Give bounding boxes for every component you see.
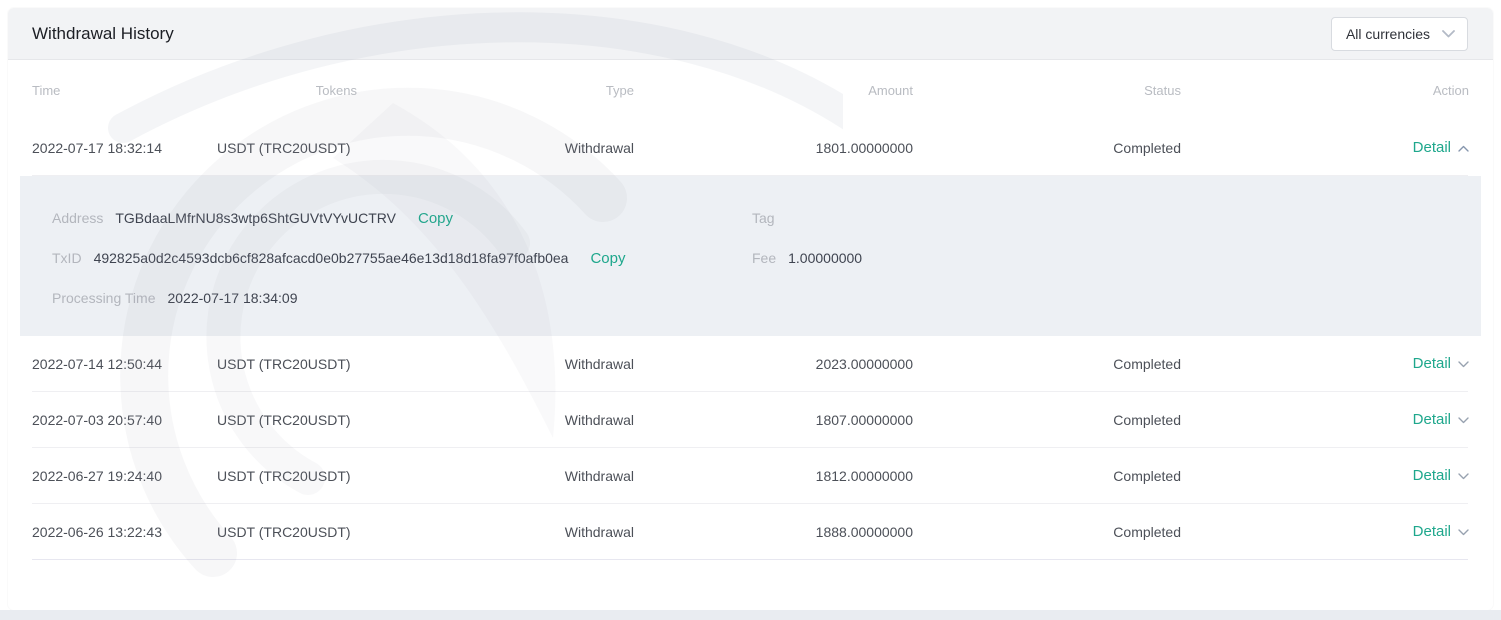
cell-tokens: USDT (TRC20USDT)	[217, 139, 351, 156]
page-title: Withdrawal History	[32, 23, 174, 43]
column-header-action: Action	[1432, 82, 1469, 98]
cell-type: Withdrawal	[564, 355, 634, 372]
cell-type: Withdrawal	[564, 523, 634, 540]
table-row: 2022-07-03 20:57:40 USDT (TRC20USDT) Wit…	[32, 392, 1469, 448]
column-header-type: Type	[605, 82, 634, 98]
currency-filter-dropdown[interactable]: All currencies	[1330, 16, 1468, 51]
txid-value: 492825a0d2c4593dcb6cf828afcacd0e0b27755a…	[93, 250, 569, 266]
chevron-down-icon	[1458, 359, 1469, 368]
table-row: 2022-06-27 19:24:40 USDT (TRC20USDT) Wit…	[32, 448, 1469, 504]
detail-link[interactable]: Detail	[1413, 411, 1469, 428]
cell-tokens: USDT (TRC20USDT)	[217, 467, 351, 484]
column-header-tokens: Tokens	[315, 82, 357, 98]
column-header-time: Time	[32, 82, 61, 98]
cell-amount: 1888.00000000	[815, 523, 913, 540]
processing-time-label: Processing Time	[52, 290, 156, 306]
chevron-down-icon	[1458, 415, 1469, 424]
chevron-down-icon	[1458, 527, 1469, 536]
processing-time-value: 2022-07-17 18:34:09	[167, 290, 298, 306]
txid-label: TxID	[52, 250, 82, 266]
cell-time: 2022-06-26 13:22:43	[32, 523, 162, 540]
address-label: Address	[52, 210, 104, 226]
withdrawal-history-card: Withdrawal History All currencies Time T…	[8, 8, 1493, 610]
detail-link-label: Detail	[1412, 467, 1451, 484]
copy-address-button[interactable]: Copy	[418, 210, 453, 227]
cell-type: Withdrawal	[564, 139, 634, 156]
cell-time: 2022-07-17 18:32:14	[32, 139, 162, 156]
cell-amount: 1807.00000000	[815, 411, 913, 428]
column-header-amount: Amount	[868, 82, 913, 98]
cell-amount: 1812.00000000	[815, 467, 913, 484]
withdrawal-table: Time Tokens Type Amount Status Action 20…	[8, 60, 1493, 560]
detail-link-label: Detail	[1412, 139, 1451, 156]
fee-value: 1.00000000	[788, 250, 863, 266]
currency-filter-value: All currencies	[1345, 25, 1430, 42]
cell-type: Withdrawal	[564, 411, 634, 428]
cell-time: 2022-07-03 20:57:40	[32, 411, 162, 428]
withdrawal-detail-panel: Address TGBdaaLMfrNU8s3wtp6ShtGUVtVYvUCT…	[20, 176, 1481, 336]
detail-link[interactable]: Detail	[1413, 523, 1469, 540]
cell-time: 2022-07-14 12:50:44	[32, 355, 162, 372]
fee-label: Fee	[752, 250, 777, 266]
table-row: 2022-07-14 12:50:44 USDT (TRC20USDT) Wit…	[32, 336, 1469, 392]
table-header-row: Time Tokens Type Amount Status Action	[32, 60, 1469, 120]
cell-amount: 2023.00000000	[815, 355, 913, 372]
table-row: 2022-07-17 18:32:14 USDT (TRC20USDT) Wit…	[32, 120, 1469, 176]
cell-amount: 1801.00000000	[815, 139, 913, 156]
cell-status: Completed	[1113, 467, 1181, 484]
cell-time: 2022-06-27 19:24:40	[32, 467, 162, 484]
cell-type: Withdrawal	[564, 467, 634, 484]
column-header-status: Status	[1144, 82, 1181, 98]
cell-tokens: USDT (TRC20USDT)	[217, 355, 351, 372]
copy-txid-button[interactable]: Copy	[590, 250, 625, 267]
detail-link-label: Detail	[1412, 355, 1451, 372]
chevron-down-icon	[1442, 29, 1455, 38]
chevron-down-icon	[1458, 471, 1469, 480]
chevron-up-icon	[1458, 143, 1469, 152]
tag-label: Tag	[752, 210, 775, 226]
detail-link-label: Detail	[1412, 523, 1451, 540]
cell-status: Completed	[1113, 523, 1181, 540]
card-header: Withdrawal History All currencies	[8, 8, 1493, 60]
cell-status: Completed	[1113, 139, 1181, 156]
cell-tokens: USDT (TRC20USDT)	[217, 523, 351, 540]
withdrawal-history-page: Withdrawal History All currencies Time T…	[0, 0, 1501, 620]
detail-link[interactable]: Detail	[1413, 467, 1469, 484]
cell-tokens: USDT (TRC20USDT)	[217, 411, 351, 428]
detail-link[interactable]: Detail	[1413, 355, 1469, 372]
address-value: TGBdaaLMfrNU8s3wtp6ShtGUVtVYvUCTRV	[115, 210, 396, 226]
table-row: 2022-06-26 13:22:43 USDT (TRC20USDT) Wit…	[32, 504, 1469, 560]
cell-status: Completed	[1113, 355, 1181, 372]
detail-link-label: Detail	[1412, 411, 1451, 428]
detail-link[interactable]: Detail	[1413, 139, 1469, 156]
cell-status: Completed	[1113, 411, 1181, 428]
page-background-strip	[0, 610, 1501, 620]
